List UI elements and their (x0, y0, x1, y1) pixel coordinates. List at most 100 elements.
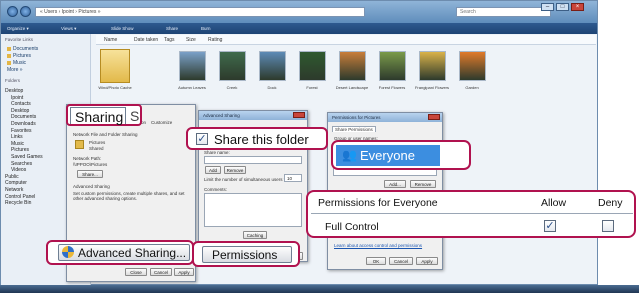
limit-users-spinner[interactable]: 10 (284, 174, 302, 182)
cancel-button[interactable]: Cancel (150, 268, 172, 276)
folder-tree-item[interactable]: Pictures (11, 147, 29, 153)
apply-button[interactable]: Apply (174, 268, 194, 276)
thumbnail-label: Forest Flowers (378, 85, 406, 90)
folder-tree-item[interactable]: Public (5, 174, 19, 180)
full-control-allow-checkbox[interactable]: ✓ (544, 220, 556, 232)
shared-folder-icon (75, 140, 84, 149)
photo-thumbnail[interactable] (299, 51, 326, 81)
folder-tree-item[interactable]: Downloads (11, 121, 36, 127)
advanced-sharing-heading: Advanced Sharing (73, 184, 110, 189)
folder-tree-item[interactable]: Documents (11, 114, 36, 120)
add-share-button[interactable]: Add (205, 166, 221, 174)
folder-tree-item[interactable]: Recycle Bin (5, 200, 31, 206)
close-icon[interactable] (293, 112, 305, 118)
photo-thumbnail[interactable] (339, 51, 366, 81)
column-tags[interactable]: Tags (164, 37, 175, 43)
column-size[interactable]: Size (186, 37, 196, 43)
close-button[interactable]: Close (125, 268, 147, 276)
everyone-callout: 👥 Everyone (331, 140, 471, 170)
photo-thumbnail[interactable] (459, 51, 486, 81)
network-path-label: Network Path: (73, 156, 102, 161)
burn-button[interactable]: Burn (201, 25, 211, 32)
permissions-button[interactable]: Permissions (202, 246, 292, 263)
photo-thumbnail[interactable] (259, 51, 286, 81)
remove-share-button[interactable]: Remove (224, 166, 246, 174)
folder-tree-item[interactable]: Links (11, 134, 23, 140)
folder-tree-item[interactable]: Contacts (11, 101, 31, 107)
advanced-sharing-label: Advanced Sharing... (78, 246, 187, 260)
advanced-sharing-callout: Advanced Sharing... (46, 240, 194, 265)
add-user-button[interactable]: Add... (384, 180, 406, 188)
folder-tree-item[interactable]: Network (5, 187, 23, 193)
thumbnail-label: Wind/Photo Cache (98, 85, 132, 90)
folder-tree-item[interactable]: Videos (11, 167, 26, 173)
maximize-icon[interactable]: □ (556, 3, 569, 11)
address-bar[interactable]: « Users › Ipoint › Pictures » (35, 7, 365, 17)
fav-music[interactable]: Music (7, 60, 26, 66)
permissions-button-callout: Permissions (192, 241, 300, 267)
learn-permissions-link[interactable]: Learn about access control and permissio… (334, 243, 422, 248)
thumbnail-label: Autumn Leaves (178, 85, 206, 90)
back-icon[interactable] (7, 6, 18, 17)
sharing-tab-zoom[interactable]: Sharing (70, 107, 126, 125)
thumbnail-label: Desert Landscape (335, 85, 369, 90)
tab-customize[interactable]: Customize (151, 120, 172, 125)
folder-thumbnail[interactable] (100, 49, 130, 83)
photo-thumbnail[interactable] (219, 51, 246, 81)
share-button[interactable]: Share... (77, 170, 103, 178)
photo-thumbnail[interactable] (419, 51, 446, 81)
share-toolbar-button[interactable]: Share (166, 25, 178, 32)
thumbnail-label: Forest (306, 85, 318, 90)
views-menu[interactable]: Views ▾ (61, 25, 76, 32)
permissions-button-label: Permissions (212, 248, 278, 262)
fav-pictures[interactable]: Pictures (7, 53, 31, 59)
organize-menu[interactable]: Organize ▾ (7, 25, 29, 32)
column-rating[interactable]: Rating (208, 37, 222, 43)
folder-tree-item[interactable]: Music (11, 141, 24, 147)
security-tab-partial[interactable]: S (130, 108, 139, 124)
share-name-label: Share name: (204, 150, 230, 155)
folder-tree-item[interactable]: Saved Games (11, 154, 43, 160)
comments-field[interactable] (204, 193, 302, 227)
thumbnail-label: Dock (267, 85, 277, 90)
caching-button[interactable]: Caching (243, 231, 267, 239)
thumbnail-label: Garden (465, 85, 479, 90)
slideshow-button[interactable]: Slide Show (111, 25, 134, 32)
folder-tree-item[interactable]: Control Panel (5, 194, 35, 200)
ok-button[interactable]: OK (366, 257, 386, 265)
apply-button[interactable]: Apply (416, 257, 438, 265)
advanced-sharing-button[interactable]: Advanced Sharing... (58, 244, 190, 261)
folder-tree-item[interactable]: Computer (5, 180, 27, 186)
everyone-list-item[interactable]: 👥 Everyone (336, 145, 440, 166)
photo-thumbnail[interactable] (379, 51, 406, 81)
allow-column-header: Allow (541, 197, 567, 209)
advanced-sharing-description: Set custom permissions, create multiple … (73, 191, 185, 201)
cancel-button[interactable]: Cancel (389, 257, 413, 265)
limit-users-label: Limit the number of simultaneous users t… (204, 177, 289, 182)
tab-share-permissions[interactable]: Share Permissions (332, 126, 376, 132)
folder-tree-item[interactable]: Desktop (11, 108, 29, 114)
minimize-icon[interactable]: – (541, 3, 554, 11)
photo-thumbnail[interactable] (179, 51, 206, 81)
folder-tree-item[interactable]: Desktop (5, 88, 23, 94)
share-this-folder-checkbox[interactable]: ✓ (196, 133, 208, 145)
folder-tree-item[interactable]: Favorites (11, 128, 32, 134)
network-sharing-heading: Network File and Folder Sharing (73, 132, 138, 137)
close-icon[interactable]: × (571, 3, 584, 11)
share-this-folder-callout: ✓ Share this folder (186, 127, 328, 150)
close-icon[interactable] (428, 114, 440, 120)
search-input[interactable]: Search (456, 7, 551, 17)
full-control-deny-checkbox[interactable] (602, 220, 614, 232)
fav-documents[interactable]: Documents (7, 46, 38, 52)
forward-icon[interactable] (20, 6, 31, 17)
share-name-field[interactable] (204, 156, 302, 164)
remove-user-button[interactable]: Remove (410, 180, 436, 188)
column-name[interactable]: Name (104, 37, 117, 43)
folder-icon (7, 60, 11, 65)
folder-tree-item[interactable]: Ipoint (11, 95, 23, 101)
column-date-taken[interactable]: Date taken (134, 37, 158, 43)
favorites-header: Favorite Links (5, 37, 34, 42)
share-this-folder-label: Share this folder (214, 132, 309, 147)
folder-tree-item[interactable]: Searches (11, 161, 32, 167)
fav-more[interactable]: More » (7, 67, 23, 73)
